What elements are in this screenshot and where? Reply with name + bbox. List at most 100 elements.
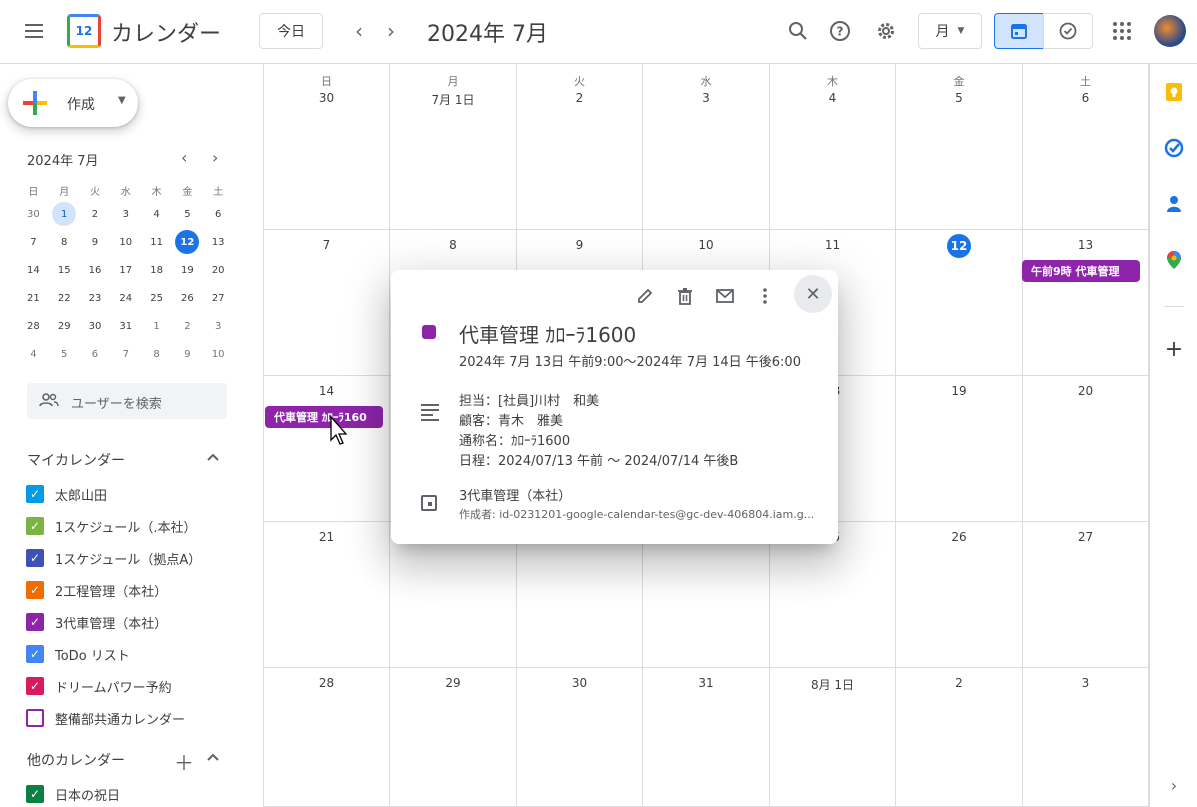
mini-day[interactable]: 13 — [203, 228, 234, 256]
calendar-list-item[interactable]: ✓ 1スケジュール（.本社） — [26, 516, 197, 536]
tasks-icon[interactable] — [1164, 138, 1184, 158]
calendar-list-item[interactable]: ✓ 日本の祝日 — [26, 784, 120, 804]
close-icon[interactable]: ✕ — [794, 275, 832, 313]
day-cell[interactable]: 水3 — [643, 64, 770, 230]
mini-day[interactable]: 11 — [141, 228, 172, 256]
calendar-checkbox[interactable]: ✓ — [26, 785, 44, 803]
day-cell[interactable]: 21 — [264, 522, 390, 668]
calendar-checkbox[interactable]: ✓ — [26, 549, 44, 567]
mini-day[interactable]: 16 — [80, 256, 111, 284]
tasks-view-toggle[interactable] — [1043, 13, 1093, 49]
mini-day[interactable]: 8 — [141, 340, 172, 368]
day-cell[interactable]: 30 — [517, 668, 643, 807]
mini-day[interactable]: 23 — [80, 284, 111, 312]
account-avatar[interactable] — [1154, 15, 1186, 47]
view-selector[interactable]: 月 ▼ — [918, 13, 982, 49]
day-cell[interactable]: 12 — [896, 230, 1023, 376]
calendar-checkbox[interactable]: ✓ — [26, 645, 44, 663]
day-cell[interactable]: 月 7月 1日 — [390, 64, 517, 230]
mini-day[interactable]: 27 — [203, 284, 234, 312]
day-cell[interactable]: 8月 1日 — [770, 668, 896, 807]
main-menu-icon[interactable] — [22, 20, 46, 44]
day-number[interactable]: 5 — [896, 91, 1022, 105]
delete-trash-icon[interactable] — [671, 282, 699, 310]
day-number[interactable]: 10 — [643, 238, 769, 252]
mini-day[interactable]: 31 — [110, 312, 141, 340]
add-other-calendar-icon[interactable]: ＋ — [174, 747, 194, 776]
calendar-checkbox[interactable]: ✓ — [26, 613, 44, 631]
help-icon[interactable]: ? — [827, 18, 853, 44]
calendar-list-item[interactable]: 整備部共通カレンダー — [26, 708, 185, 728]
email-icon[interactable] — [711, 282, 739, 310]
day-cell[interactable]: 日 30 — [264, 64, 390, 230]
mini-day[interactable]: 20 — [203, 256, 234, 284]
calendar-checkbox[interactable]: ✓ — [26, 581, 44, 599]
mini-day[interactable]: 30 — [18, 200, 49, 228]
keep-icon[interactable] — [1164, 82, 1184, 102]
day-number[interactable]: 2 — [896, 676, 1022, 690]
mini-day[interactable]: 6 — [203, 200, 234, 228]
create-button[interactable]: 作成 ▼ — [8, 79, 138, 127]
day-number[interactable]: 3 — [643, 91, 769, 105]
day-number[interactable]: 27 — [1023, 530, 1148, 544]
next-period-icon[interactable]: › — [378, 18, 404, 44]
mini-day[interactable]: 2 — [172, 312, 203, 340]
day-number[interactable]: 29 — [390, 676, 516, 690]
calendar-list-item[interactable]: ✓ 太郎山田 — [26, 484, 107, 504]
mini-day[interactable]: 25 — [141, 284, 172, 312]
day-number[interactable]: 30 — [264, 91, 389, 105]
day-cell[interactable]: 2 — [896, 668, 1023, 807]
mini-day[interactable]: 21 — [18, 284, 49, 312]
mini-day[interactable]: 14 — [18, 256, 49, 284]
mini-day[interactable]: 6 — [80, 340, 111, 368]
add-addon-icon[interactable]: + — [1164, 339, 1184, 361]
day-cell[interactable]: 13 午前9時 代車管理 — [1022, 230, 1149, 376]
day-cell[interactable]: 31 — [643, 668, 770, 807]
mini-day[interactable]: 7 — [18, 228, 49, 256]
mini-day[interactable]: 9 — [80, 228, 111, 256]
day-cell[interactable]: 28 — [264, 668, 390, 807]
calendar-list-item[interactable]: ✓ ドリームパワー予約 — [26, 676, 172, 696]
day-number[interactable]: 30 — [517, 676, 642, 690]
search-users-input[interactable]: ユーザーを検索 — [27, 383, 227, 419]
mini-day[interactable]: 17 — [110, 256, 141, 284]
day-number[interactable]: 31 — [643, 676, 769, 690]
mini-next-icon[interactable]: › — [212, 148, 218, 167]
day-number[interactable]: 26 — [896, 530, 1022, 544]
mini-day[interactable]: 15 — [49, 256, 80, 284]
day-number[interactable]: 19 — [896, 384, 1022, 398]
mini-day[interactable]: 10 — [110, 228, 141, 256]
mini-day[interactable]: 5 — [172, 200, 203, 228]
day-number[interactable]: 8 — [390, 238, 516, 252]
edit-pencil-icon[interactable] — [631, 282, 659, 310]
day-cell[interactable]: 金5 — [896, 64, 1023, 230]
mini-day[interactable]: 19 — [172, 256, 203, 284]
mini-day[interactable]: 8 — [49, 228, 80, 256]
calendar-list-item[interactable]: ✓ 3代車管理（本社） — [26, 612, 167, 632]
mini-day[interactable]: 10 — [203, 340, 234, 368]
day-cell[interactable]: 7 — [264, 230, 390, 376]
settings-gear-icon[interactable] — [873, 18, 899, 44]
day-number[interactable]: 21 — [264, 530, 389, 544]
other-calendars-title[interactable]: 他のカレンダー — [27, 750, 125, 770]
mini-day[interactable]: 9 — [172, 340, 203, 368]
day-number[interactable]: 14 — [264, 384, 389, 398]
day-number[interactable]: 28 — [264, 676, 389, 690]
mini-day[interactable]: 1 — [49, 200, 80, 228]
mini-day[interactable]: 28 — [18, 312, 49, 340]
calendar-list-item[interactable]: ✓ 2工程管理（本社） — [26, 580, 167, 600]
mini-day[interactable]: 30 — [80, 312, 111, 340]
mini-day[interactable]: 7 — [110, 340, 141, 368]
calendar-checkbox[interactable]: ✓ — [26, 485, 44, 503]
day-number[interactable]: 2 — [517, 91, 642, 105]
mini-day[interactable]: 2 — [80, 200, 111, 228]
maps-icon[interactable] — [1164, 250, 1184, 270]
day-number[interactable]: 11 — [770, 238, 895, 252]
day-number[interactable]: 9 — [517, 238, 642, 252]
day-cell[interactable]: 3 — [1023, 668, 1149, 807]
calendar-checkbox[interactable]: ✓ — [26, 517, 44, 535]
day-number[interactable]: 8月 1日 — [770, 676, 895, 693]
day-cell[interactable]: 木4 — [770, 64, 896, 230]
mini-day[interactable]: 18 — [141, 256, 172, 284]
day-cell[interactable]: 火2 — [517, 64, 643, 230]
